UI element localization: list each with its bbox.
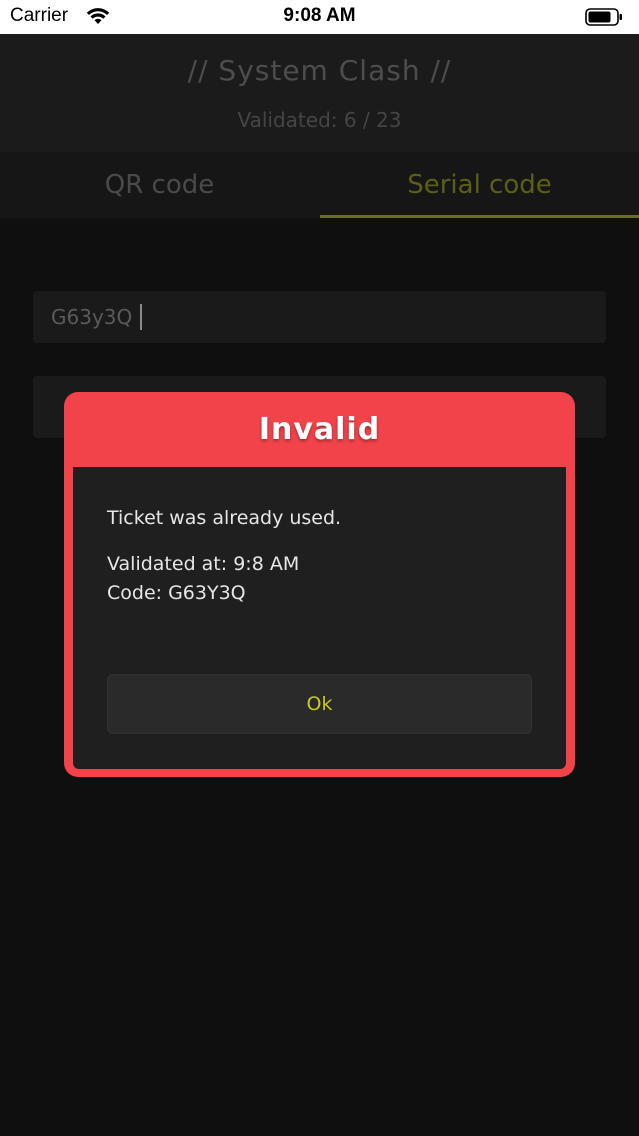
status-bar: Carrier 9:08 AM: [0, 0, 639, 34]
validated-count: Validated: 6 / 23: [237, 108, 402, 132]
dialog-body: Ticket was already used. Validated at: 9…: [73, 467, 566, 769]
active-tab-indicator: [320, 215, 639, 218]
app-header: // System Clash // Validated: 6 / 23: [0, 34, 639, 152]
event-title: // System Clash //: [187, 54, 452, 87]
validated-at-text: Validated at: 9:8 AM: [107, 553, 300, 575]
serial-code-input[interactable]: [33, 291, 606, 343]
scan-mode-tabs: QR code Serial code: [0, 152, 639, 218]
status-time: 9:08 AM: [283, 5, 356, 26]
ok-button[interactable]: Ok: [107, 674, 532, 734]
tab-serial-code[interactable]: Serial code: [320, 152, 639, 218]
invalid-ticket-dialog: Invalid Ticket was already used. Validat…: [64, 392, 575, 777]
battery-icon: [585, 8, 622, 26]
dialog-message: Ticket was already used.: [107, 507, 342, 529]
text-cursor: [140, 304, 142, 330]
dialog-title: Invalid: [258, 412, 381, 447]
tab-qr-code[interactable]: QR code: [0, 152, 319, 218]
ticket-code-text: Code: G63Y3Q: [107, 582, 246, 604]
